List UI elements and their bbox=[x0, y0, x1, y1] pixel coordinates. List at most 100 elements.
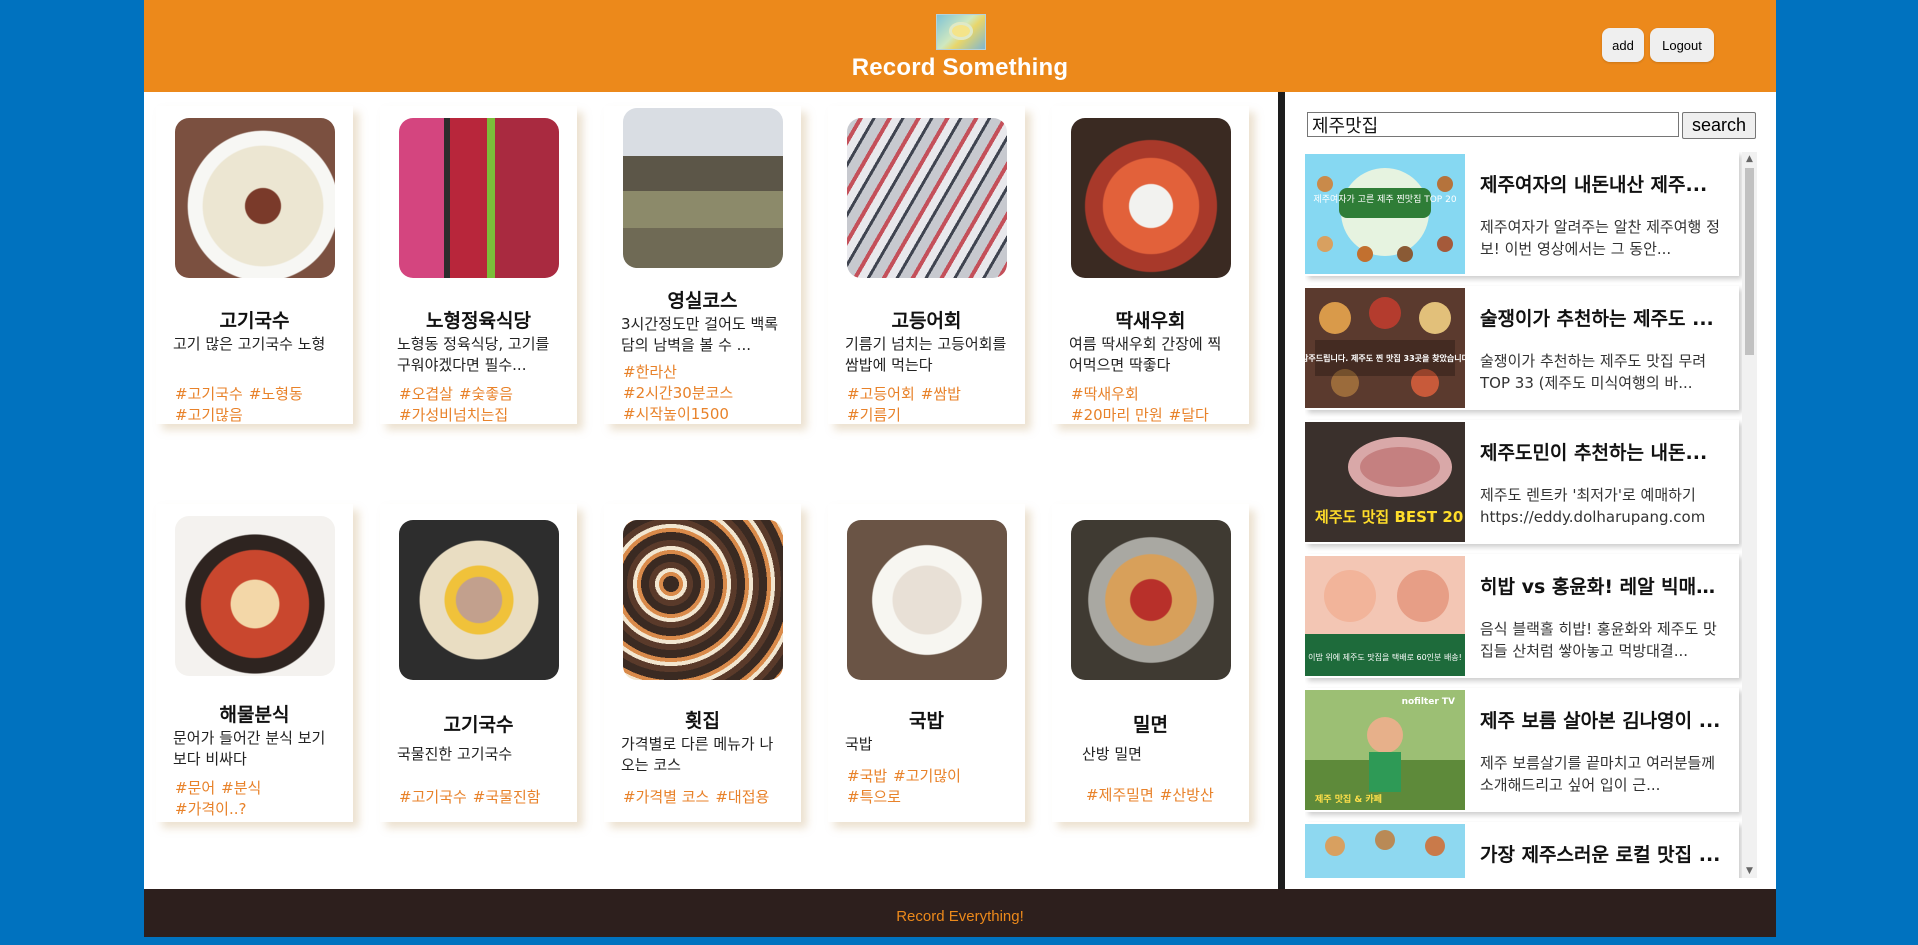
tag[interactable]: #한라산 bbox=[623, 363, 677, 381]
tag[interactable]: #쌈밥 bbox=[921, 385, 961, 403]
video-item[interactable]: 제주도 맛집 BEST 20 제주도민이 추천하는 내돈... 제주도 렌트카 … bbox=[1305, 420, 1739, 544]
tag[interactable]: #국물진함 bbox=[473, 788, 541, 806]
logout-button[interactable]: Logout bbox=[1650, 28, 1714, 62]
tag[interactable]: #기름기 bbox=[847, 406, 901, 424]
tag[interactable]: #달다 bbox=[1169, 406, 1209, 424]
tag[interactable]: #오겹살 bbox=[399, 385, 453, 403]
tag[interactable]: #고기많음 bbox=[175, 406, 243, 424]
tag[interactable]: #숯좋음 bbox=[459, 385, 513, 403]
header: Record Something add Logout bbox=[144, 0, 1776, 92]
tag[interactable]: #분식 bbox=[221, 779, 261, 797]
thumb-text: 감주드립니다. 제주도 찐 맛집 33곳을 찾았습니다 bbox=[1305, 353, 1465, 363]
tag[interactable]: #가격별 코스 bbox=[623, 788, 709, 806]
record-desc: 국밥 bbox=[845, 735, 873, 753]
record-desc: 고기 많은 고기국수 노형 bbox=[173, 335, 326, 353]
record-tags: #가격별 코스 #대접용 bbox=[623, 787, 789, 808]
footer: Record Everything! bbox=[144, 889, 1776, 937]
record-tags: #딱새우회 #20마리 만원 #달다 bbox=[1071, 384, 1237, 426]
video-list: 제주여자가 고른 제주 찐맛집 TOP 20 제주여자의 내돈내산 제주... … bbox=[1305, 152, 1757, 878]
record-tags: #문어 #분식 #가격이..? bbox=[175, 778, 341, 820]
record-image bbox=[1071, 520, 1231, 680]
video-item[interactable]: 이밥 위에 제주도 맛집을 택배로 60인분 배송! 히밥 vs 홍윤화! 레알… bbox=[1305, 554, 1739, 678]
thumb-text: 제주 맛집 & 카페 bbox=[1315, 793, 1382, 805]
record-card[interactable]: 딱새우회 여름 딱새우회 간장에 찍어먹으면 딱좋다 #딱새우회 #20마리 만… bbox=[1052, 106, 1249, 424]
tag[interactable]: #대접용 bbox=[715, 788, 769, 806]
record-desc: 국물진한 고기국수 bbox=[397, 745, 513, 763]
record-card[interactable]: 밀면 산방 밀면 #제주밀면 #산방산 bbox=[1052, 504, 1249, 822]
video-thumbnail: nofilter TV 제주 맛집 & 카페 bbox=[1305, 690, 1465, 810]
record-image bbox=[399, 520, 559, 680]
record-image bbox=[175, 118, 335, 278]
search-button[interactable]: search bbox=[1682, 112, 1756, 139]
tag[interactable]: #노형동 bbox=[249, 385, 303, 403]
record-tags: #국밥 #고기많이 #특으로 bbox=[847, 766, 1013, 808]
video-thumbnail: 감주드립니다. 제주도 찐 맛집 33곳을 찾았습니다 bbox=[1305, 288, 1470, 408]
record-tags: #제주밀면 #산방산 bbox=[1086, 785, 1252, 806]
thumb-text: nofilter TV bbox=[1402, 697, 1455, 707]
record-image bbox=[175, 516, 335, 676]
search-input[interactable] bbox=[1307, 112, 1679, 137]
tag[interactable]: #문어 bbox=[175, 779, 215, 797]
record-name: 국밥 bbox=[909, 710, 944, 732]
video-thumbnail bbox=[1305, 824, 1465, 878]
record-card[interactable]: 고기국수 국물진한 고기국수 #고기국수 #국물진함 bbox=[380, 504, 577, 822]
video-thumbnail: 제주여자가 고른 제주 찐맛집 TOP 20 bbox=[1305, 154, 1465, 274]
video-item[interactable]: nofilter TV 제주 맛집 & 카페 제주 보름 살아본 김나영이 ..… bbox=[1305, 688, 1739, 812]
scroll-down-icon[interactable]: ▼ bbox=[1742, 864, 1757, 878]
record-card[interactable]: 노형정육식당 노형동 정육식당, 고기를 구워야겠다면 필수... #오겹살 #숯… bbox=[380, 106, 577, 424]
record-tags: #고기국수 #국물진함 bbox=[399, 787, 565, 808]
video-desc: 술쟁이가 추천하는 제주도 맛집 무려 TOP 33 (제주도 미식여행의 바.… bbox=[1480, 352, 1707, 392]
tag[interactable]: #고등어회 bbox=[847, 385, 915, 403]
app-container: Record Something add Logout 고기국수 고기 많은 고… bbox=[144, 0, 1776, 937]
thumb-text: 이밥 위에 제주도 맛집을 택배로 60인분 배송! bbox=[1308, 652, 1462, 662]
record-image bbox=[847, 118, 1007, 278]
scroll-up-icon[interactable]: ▲ bbox=[1742, 152, 1757, 166]
record-name: 노형정육식당 bbox=[426, 310, 531, 332]
video-desc: 제주 보름살기를 끝마치고 여러분들께 소개해드리고 싶어 입이 근... bbox=[1480, 754, 1716, 794]
record-card[interactable]: 영실코스 3시간정도만 걸어도 백록담의 남벽을 볼 수 ... #한라산 #2… bbox=[604, 106, 801, 424]
record-image bbox=[623, 108, 783, 268]
tag[interactable]: #딱새우회 bbox=[1071, 385, 1139, 403]
tag[interactable]: #고기국수 bbox=[399, 788, 467, 806]
video-title: 제주여자의 내돈내산 제주... bbox=[1480, 174, 1708, 196]
video-item[interactable]: 가장 제주스러운 로컬 맛집 ... bbox=[1305, 822, 1739, 878]
record-desc: 여름 딱새우회 간장에 찍어먹으면 딱좋다 bbox=[1069, 335, 1222, 374]
record-name: 밀면 bbox=[1133, 714, 1168, 736]
record-name: 해물분식 bbox=[219, 704, 290, 726]
video-item[interactable]: 제주여자가 고른 제주 찐맛집 TOP 20 제주여자의 내돈내산 제주... … bbox=[1305, 152, 1739, 276]
tag[interactable]: #가성비넘치는집 bbox=[399, 406, 508, 424]
record-card[interactable]: 횟집 가격별로 다른 메뉴가 나오는 코스 #가격별 코스 #대접용 bbox=[604, 504, 801, 822]
record-card[interactable]: 고기국수 고기 많은 고기국수 노형 #고기국수 #노형동 #고기많음 bbox=[156, 106, 353, 424]
tag[interactable]: #산방산 bbox=[1160, 786, 1214, 804]
tag[interactable]: #고기많이 bbox=[893, 767, 961, 785]
tag[interactable]: #가격이..? bbox=[175, 800, 246, 818]
video-thumbnail: 제주도 맛집 BEST 20 bbox=[1305, 422, 1465, 542]
video-desc: 제주여자가 알려주는 알찬 제주여행 정보! 이번 영상에서는 그 동안... bbox=[1480, 218, 1720, 258]
record-card[interactable]: 국밥 국밥 #국밥 #고기많이 #특으로 bbox=[828, 504, 1025, 822]
video-thumbnail: 이밥 위에 제주도 맛집을 택배로 60인분 배송! bbox=[1305, 556, 1465, 676]
record-card[interactable]: 고등어회 기름기 넘치는 고등어회를 쌈밥에 먹는다 #고등어회 #쌈밥 #기름기 bbox=[828, 106, 1025, 424]
record-grid: 고기국수 고기 많은 고기국수 노형 #고기국수 #노형동 #고기많음 노형정육식… bbox=[144, 92, 1278, 889]
record-image bbox=[399, 118, 559, 278]
tag[interactable]: #고기국수 bbox=[175, 385, 243, 403]
record-tags: #한라산 #2시간30분코스 #시작높이1500 bbox=[623, 362, 789, 425]
logo-icon bbox=[936, 14, 986, 50]
record-name: 고등어회 bbox=[891, 310, 962, 332]
record-card[interactable]: 해물분식 문어가 들어간 분식 보기보다 비싸다 #문어 #분식 #가격이..? bbox=[156, 504, 353, 822]
record-name: 고기국수 bbox=[443, 714, 514, 736]
record-desc: 가격별로 다른 메뉴가 나오는 코스 bbox=[621, 735, 774, 774]
record-desc: 3시간정도만 걸어도 백록담의 남벽을 볼 수 ... bbox=[621, 315, 779, 354]
video-title: 제주도민이 추천하는 내돈... bbox=[1480, 442, 1708, 464]
tag[interactable]: #특으로 bbox=[847, 788, 901, 806]
tag[interactable]: #20마리 만원 bbox=[1071, 406, 1163, 424]
tag[interactable]: #제주밀면 bbox=[1086, 786, 1154, 804]
record-image bbox=[1071, 118, 1231, 278]
add-button[interactable]: add bbox=[1602, 28, 1644, 62]
tag[interactable]: #2시간30분코스 bbox=[623, 384, 733, 402]
tag[interactable]: #국밥 bbox=[847, 767, 887, 785]
record-name: 영실코스 bbox=[667, 290, 738, 312]
video-item[interactable]: 감주드립니다. 제주도 찐 맛집 33곳을 찾았습니다 술쟁이가 추천하는 제주… bbox=[1305, 286, 1739, 410]
scrollbar-thumb[interactable] bbox=[1745, 168, 1754, 355]
tag[interactable]: #시작높이1500 bbox=[623, 405, 729, 423]
scrollbar[interactable]: ▲ ▼ bbox=[1742, 152, 1757, 878]
